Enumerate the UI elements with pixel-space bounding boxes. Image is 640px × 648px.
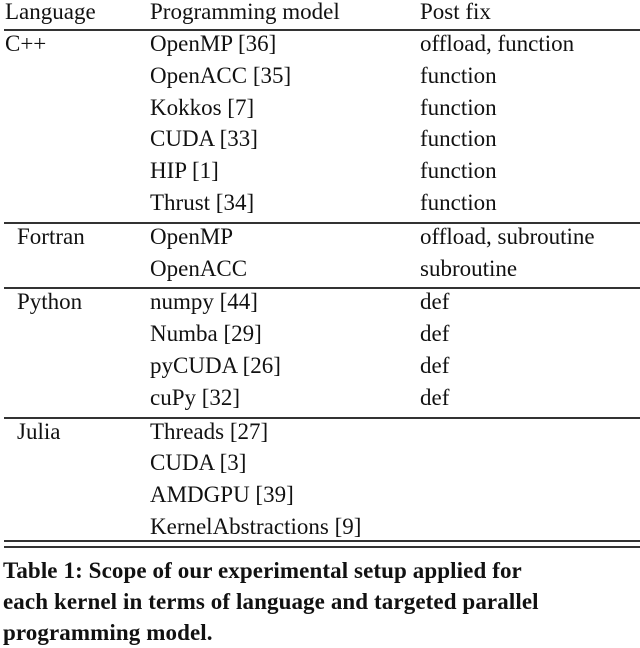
- cell-programming-model: OpenMP: [150, 223, 234, 249]
- group-separator-rule: [4, 416, 640, 419]
- header-post-fix: Post fix: [420, 0, 491, 24]
- header-programming-model: Programming model: [150, 0, 340, 24]
- cell-programming-model: numpy [44]: [150, 289, 258, 315]
- table-row: CUDA [3]: [0, 447, 640, 479]
- table-row: C++ OpenMP [36] offload, function: [0, 28, 640, 60]
- cell-language: Python: [17, 289, 83, 315]
- table-row: AMDGPU [39]: [0, 479, 640, 511]
- table-row: Thrust [34] function: [0, 187, 640, 219]
- cell-post-fix: function: [420, 126, 497, 152]
- group-separator-rule: [4, 221, 640, 224]
- cell-programming-model: OpenACC [35]: [150, 62, 292, 88]
- table-row: OpenACC [35] function: [0, 60, 640, 92]
- table-row: cuPy [32] def: [0, 382, 640, 414]
- cell-programming-model: Numba [29]: [150, 321, 262, 347]
- table-caption: Table 1: Scope of our experimental setup…: [3, 555, 640, 648]
- bottom-rule-2: [4, 546, 640, 548]
- table-header-row: Language Programming model Post fix: [0, 0, 640, 28]
- caption-line: programming model.: [3, 620, 213, 645]
- table-row: Kokkos [7] function: [0, 92, 640, 124]
- cell-programming-model: AMDGPU [39]: [150, 482, 294, 508]
- cell-programming-model: Kokkos [7]: [150, 94, 255, 120]
- group-separator-rule: [4, 287, 640, 290]
- cell-programming-model: KernelAbstractions [9]: [150, 514, 362, 539]
- caption-line: Table 1: Scope of our experimental setup…: [3, 558, 522, 583]
- cell-post-fix: def: [420, 321, 450, 347]
- caption-line: each kernel in terms of language and tar…: [3, 589, 539, 614]
- cell-post-fix: def: [420, 353, 450, 378]
- cell-language: Fortran: [17, 223, 85, 249]
- cell-programming-model: OpenACC: [150, 255, 248, 281]
- cell-post-fix: def: [420, 384, 450, 410]
- table-row: KernelAbstractions [9]: [0, 511, 640, 543]
- cell-programming-model: Threads [27]: [150, 418, 269, 444]
- bottom-rule-1: [4, 540, 640, 542]
- cell-programming-model: OpenMP [36]: [150, 31, 277, 56]
- table-row: OpenACC subroutine: [0, 253, 640, 285]
- cell-post-fix: offload, subroutine: [420, 223, 595, 249]
- cell-post-fix: def: [420, 289, 450, 315]
- cell-programming-model: CUDA [3]: [150, 450, 247, 476]
- table-row: CUDA [33] function: [0, 123, 640, 155]
- header-language: Language: [5, 0, 96, 24]
- cell-post-fix: offload, function: [420, 31, 575, 56]
- cell-post-fix: function: [420, 158, 497, 184]
- cell-programming-model: Thrust [34]: [150, 190, 255, 215]
- table-row: pyCUDA [26] def: [0, 350, 640, 382]
- table-row: Python numpy [44] def: [0, 286, 640, 318]
- table-row: HIP [1] function: [0, 155, 640, 187]
- table-row: Fortran OpenMP offload, subroutine: [0, 221, 640, 253]
- cell-programming-model: CUDA [33]: [150, 126, 258, 152]
- table-row: Numba [29] def: [0, 318, 640, 350]
- cell-post-fix: function: [420, 190, 497, 215]
- cell-post-fix: function: [420, 62, 497, 88]
- cell-post-fix: subroutine: [420, 255, 518, 281]
- cell-programming-model: pyCUDA [26]: [150, 353, 281, 378]
- table-row: Julia Threads [27]: [0, 416, 640, 448]
- cell-programming-model: cuPy [32]: [150, 384, 241, 410]
- cell-post-fix: function: [420, 94, 497, 120]
- cell-language: C++: [5, 31, 47, 56]
- cell-programming-model: HIP [1]: [150, 158, 219, 184]
- scope-table: Language Programming model Post fix C++ O…: [0, 0, 640, 548]
- cell-language: Julia: [17, 418, 61, 444]
